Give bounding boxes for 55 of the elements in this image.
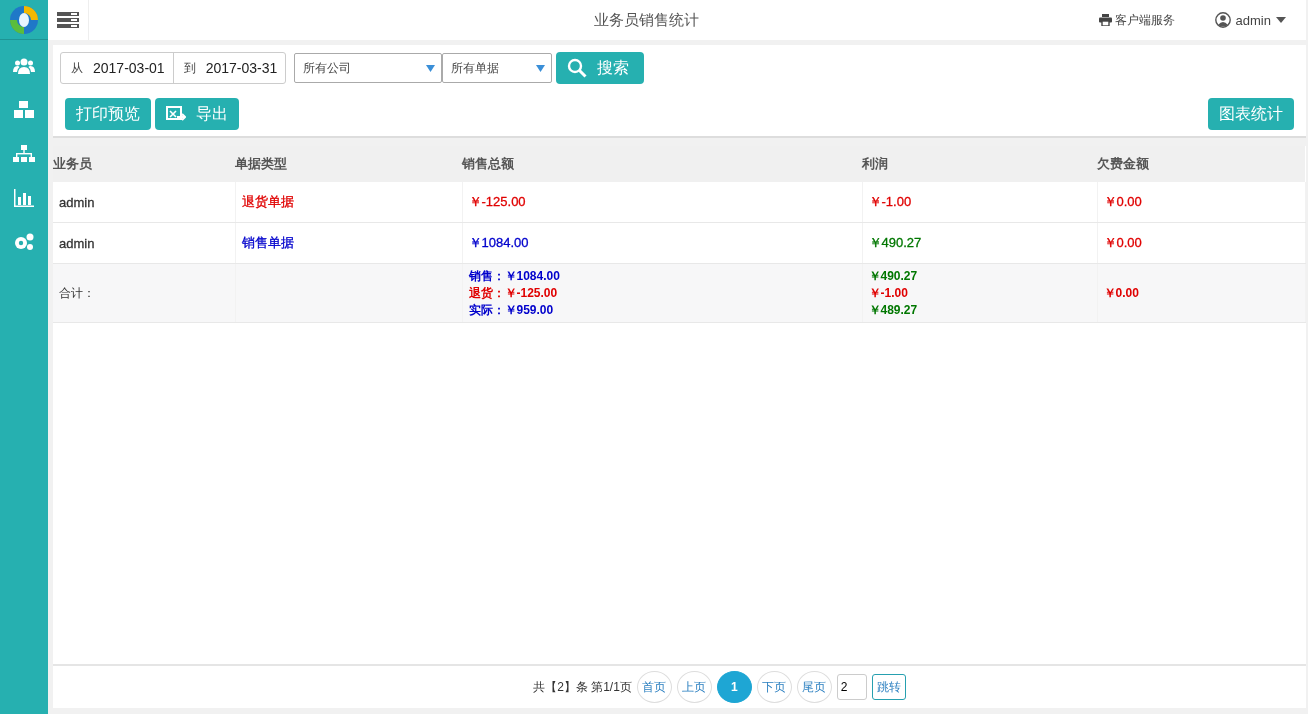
column-header: 利润	[862, 146, 1097, 182]
total-line: 实际：￥959.00	[468, 301, 555, 319]
total-line: ￥489.27	[868, 301, 919, 319]
search-icon	[567, 58, 588, 78]
table-cell-text: 销售单据	[241, 235, 294, 250]
page-input[interactable]: 2	[836, 674, 867, 700]
export-button[interactable]: 导出	[155, 98, 239, 130]
page-button[interactable]: 1	[716, 671, 752, 703]
company-select[interactable]: 所有公司	[294, 53, 443, 83]
date-range-field[interactable]: 从 2017-03-01 到 2017-03-31	[60, 52, 287, 84]
table-cell-text: ￥1084.00	[468, 235, 529, 250]
logo-icon	[9, 4, 39, 35]
total-line: ￥0.00	[1103, 284, 1140, 302]
total-line: 销售：￥1084.00	[468, 267, 561, 285]
boxes-icon	[13, 100, 35, 120]
table-cell-text: admin	[59, 235, 95, 251]
caret-icon	[1276, 17, 1286, 23]
column-header: 欠费金额	[1097, 146, 1305, 182]
pagination-summary: 共【2】条 第1/1页	[533, 678, 632, 696]
user-avatar-icon	[1214, 12, 1231, 28]
client-service-link[interactable]: 客户端服务	[1098, 11, 1175, 29]
table-cell-text: admin	[59, 194, 95, 210]
table-cell-text: 退货单据	[241, 194, 294, 209]
table-cell-text: ￥490.27	[868, 235, 922, 250]
total-line: ￥-1.00	[868, 284, 909, 302]
total-line: 退货：￥-125.00	[468, 284, 559, 302]
page-button[interactable]: 下页	[756, 671, 792, 703]
table-cell-text: ￥-125.00	[468, 194, 526, 209]
search-button[interactable]: 搜索	[556, 52, 645, 84]
column-header: 单据类型	[235, 146, 462, 182]
page-title: 业务员销售统计	[594, 11, 699, 30]
hierarchy-icon	[13, 144, 35, 164]
users-icon	[13, 56, 35, 76]
document-type-select[interactable]: 所有单据	[442, 53, 553, 83]
total-line: ￥490.27	[868, 267, 919, 285]
user-menu[interactable]: admin	[1214, 12, 1286, 28]
caret-icon	[536, 64, 546, 72]
column-header: 销售总额	[462, 146, 862, 182]
caret-icon	[426, 64, 436, 72]
menu-icon[interactable]	[57, 12, 79, 28]
bar-chart-icon	[13, 188, 35, 208]
chart-statistics-button[interactable]: 图表统计	[1208, 98, 1294, 130]
settings-icon	[13, 232, 35, 252]
printer-icon	[1098, 14, 1112, 26]
page-button[interactable]: 上页	[676, 671, 712, 703]
jump-button[interactable]: 跳转	[871, 674, 906, 700]
print-preview-button[interactable]: 打印预览	[65, 98, 151, 130]
table-cell-text: ￥-1.00	[868, 194, 912, 209]
table-cell-text: ￥0.00	[1103, 194, 1142, 209]
column-header: 业务员	[53, 146, 235, 182]
table-cell: 合计：	[53, 263, 235, 323]
table-cell-text: ￥0.00	[1103, 235, 1142, 250]
page-button[interactable]: 首页	[636, 671, 672, 703]
page-button[interactable]: 尾页	[796, 671, 832, 703]
export-icon	[166, 106, 186, 122]
